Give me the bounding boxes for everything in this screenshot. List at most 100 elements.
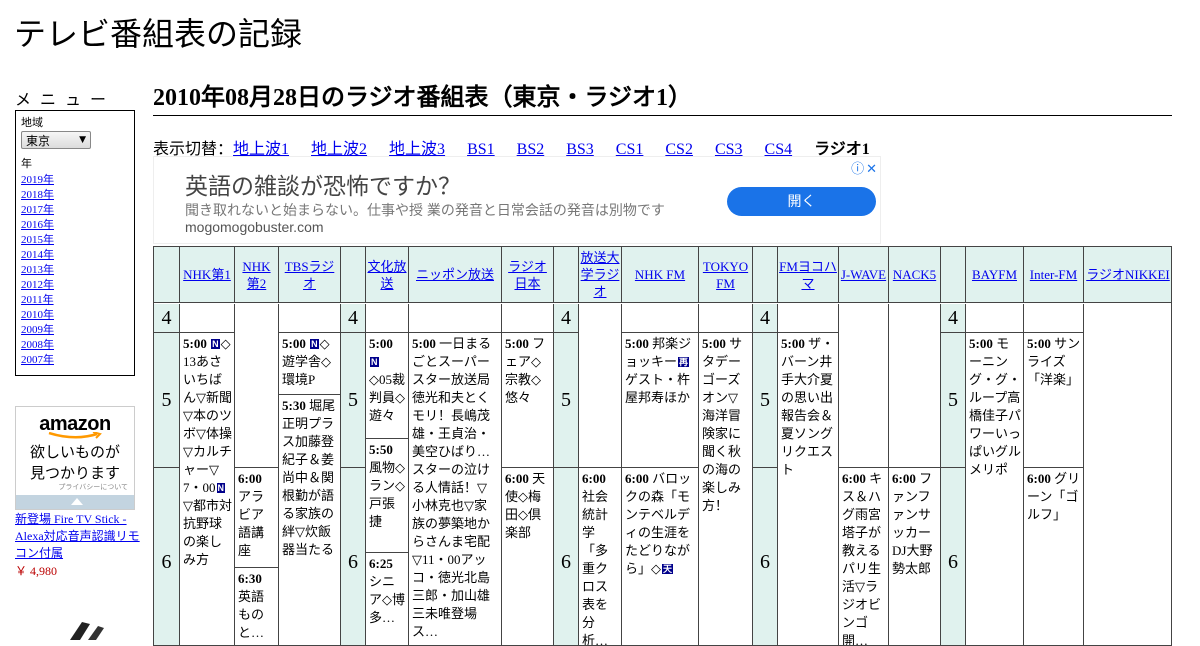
channel-link[interactable]: TBSラジオ [280,258,339,292]
program-time: 5:00 [781,336,805,351]
year-link[interactable]: 2015年 [21,234,54,246]
program-cell[interactable]: 6:00 天使◇梅田◇倶楽部 [502,468,554,645]
amazon-logo: amazon [39,413,111,435]
channel-head-jora: ラジオ日本 [502,247,554,303]
program-time: 5:50 [369,442,393,457]
program-cell[interactable]: 5:00 フェア◇宗教◇悠々 [502,333,554,468]
channel-link[interactable]: TOKYO FM [700,258,751,292]
region-select[interactable]: 東京 ▼ [21,131,91,149]
program-time: 6:00 [1027,471,1051,486]
program-cell[interactable]: 5:00 ザ・バーン井手大介夏の思い出報告会＆夏ソングリクエスト [778,333,839,645]
program-cell[interactable]: 5:00 サタデーゴーズオン▽海洋冒険家に聞く秋の海の楽しみ方！ [699,333,753,645]
weather-icon: 天 [662,564,674,574]
amazon-ad-toggle[interactable] [16,495,134,509]
program-cell[interactable]: 6:00 アラビア語講座 [235,468,279,568]
channel-link[interactable]: NHK第2 [236,258,277,292]
year-link[interactable]: 2008年 [21,339,54,351]
hour-6: 6 [154,468,180,645]
program-cell[interactable]: 5:50 風物◇ラン◇戸張捷 [366,439,409,553]
ad-domain: mogomogobuster.com [185,219,324,235]
program-cell[interactable]: 6:00 グリーン「ゴルフ」 [1024,468,1084,645]
channel-link[interactable]: FMヨコハマ [779,258,837,292]
program-text: ◇05裁判員◇遊々 [369,372,405,423]
ad-icons: ⓘ ✕ [849,158,877,177]
channel-link[interactable]: 放送大学ラジオ [580,249,620,300]
program-text: モーニング・グ・ループ高橋佳子パワーいっぱいグルメリポ [969,336,1022,477]
year-link[interactable]: 2016年 [21,219,54,231]
channel-link[interactable]: NHK第1 [183,266,231,283]
program-text: 英語ものと… [238,589,265,640]
program-time: 6:00 [892,471,916,486]
hour-6: 6 [554,468,579,645]
year-link[interactable]: 2012年 [21,279,54,291]
hour-6: 6 [341,468,366,645]
channel-link[interactable]: ニッポン放送 [416,266,494,283]
program-text: バロックの森「モンテベルディの生涯をたどりながら」◇ [625,471,692,576]
fire-tv-stick-image [70,622,104,640]
year-link[interactable]: 2018年 [21,189,54,201]
product-link[interactable]: 新登場 Fire TV Stick - Alexa対応音声認識リモコン付属 [15,511,140,562]
program-cell[interactable]: 6:00 バロックの森「モンテベルディの生涯をたどりながら」◇ 天 [622,468,699,645]
program-cell[interactable]: 5:00 一日まるごとスーパースター放送局徳光和夫とくモリ！長嶋茂雄・王貞治・美… [409,333,502,645]
ad-close-icon[interactable]: ✕ [866,161,877,176]
program-cell-empty [502,304,554,333]
channel-link[interactable]: J-WAVE [841,266,886,283]
hour-5: 5 [341,333,366,468]
hour-col-head [941,247,966,303]
ad-info-icon[interactable]: ⓘ [851,161,864,176]
program-cell[interactable]: 5:00 N ◇05裁判員◇遊々 [366,333,409,439]
program-cell-empty [622,304,699,333]
hour-col-head [341,247,366,303]
channel-link[interactable]: ラジオ日本 [503,258,552,292]
google-ad[interactable]: ⓘ ✕ 英語の雑談が恐怖ですか？ 聞き取れないと始まらない。仕事や授 業の発音と日… [153,156,881,244]
program-cell[interactable]: 5:00 N ◇13あさいちばん▽新聞▽本のツボ▽体操▽カルチャー▽7・00 N ▽都… [180,333,235,645]
year-link[interactable]: 2013年 [21,264,54,276]
channel-link[interactable]: 文化放送 [367,258,407,292]
channel-head-nhkfm: NHK FM [622,247,699,303]
year-link[interactable]: 2010年 [21,309,54,321]
hour-5: 5 [554,333,579,468]
amazon-ad[interactable]: amazon 欲しいものが 見つかります プライバシーについて [15,406,135,510]
program-text: 堀尾正明プラス加藤登紀子＆姜尚中＆関根勤が語る家族の絆▽炊飯器当たる [282,398,336,557]
program-cell[interactable]: 5:00 モーニング・グ・ループ高橋佳子パワーいっぱいグルメリポ [966,333,1024,645]
year-link[interactable]: 2009年 [21,324,54,336]
program-time: 6:00 [842,471,866,486]
program-cell-empty [409,304,502,333]
program-cell[interactable]: 6:00 ファンファンサッカーDJ大野勢太郎 [889,468,941,645]
year-link[interactable]: 2017年 [21,204,54,216]
ad-title[interactable]: 英語の雑談が恐怖ですか？ [185,167,461,201]
hour-4: 4 [753,304,778,333]
program-cell-empty [366,304,409,333]
year-link[interactable]: 2014年 [21,249,54,261]
program-cell[interactable]: 5:00 N ◇遊学舎◇環境P [279,333,341,395]
channel-link[interactable]: Inter-FM [1030,266,1077,283]
program-cell[interactable]: 5:00 邦楽ジョッキー 再ゲスト・杵屋邦寿ほか [622,333,699,468]
program-cell-empty [579,304,622,468]
year-list: 2019年 2018年 2017年 2016年 2015年 2014年 2013… [21,173,129,368]
schedule-grid: NHK第1 NHK第2 TBSラジオ 文化放送 ニッポン放送 ラジオ日本 放送大… [153,246,1172,646]
program-cell[interactable]: 6:00 社会統計学「多重クロス表を分析… [579,468,622,645]
program-time: 5:00 [369,336,393,351]
program-cell[interactable]: 6:25 シニア◇博多… [366,553,409,645]
program-cell[interactable]: 6:00 キス＆ハグ雨宮塔子が教えるパリ生活▽ラジオビンゴ開… [839,468,889,645]
news-icon: N [216,483,226,493]
amazon-privacy-link[interactable]: プライバシーについて [58,482,128,492]
hour-5: 5 [154,333,180,468]
channel-link[interactable]: ラジオNIKKEI [1086,266,1170,283]
year-link[interactable]: 2019年 [21,174,54,186]
channel-link[interactable]: NACK5 [893,266,936,283]
hour-4: 4 [941,304,966,333]
program-cell[interactable]: 5:30 堀尾正明プラス加藤登紀子＆姜尚中＆関根勤が語る家族の絆▽炊飯器当たる [279,395,341,645]
chevron-down-icon: ▼ [79,135,86,145]
program-cell-empty [778,304,839,333]
program-time: 5:00 [412,336,436,351]
channel-link[interactable]: BAYFM [972,266,1017,283]
program-text: ◇13あさいちばん▽新聞▽本のツボ▽体操▽カルチャー▽7・00 [183,336,232,495]
ad-open-button[interactable]: 開く [727,187,876,216]
program-cell[interactable]: 5:00 サンライズ「洋楽」 [1024,333,1084,468]
program-cell[interactable]: 6:30 英語ものと… [235,568,279,645]
channel-link[interactable]: NHK FM [635,266,685,283]
year-link[interactable]: 2007年 [21,354,54,366]
channel-head-bay: BAYFM [966,247,1024,303]
year-link[interactable]: 2011年 [21,294,54,306]
